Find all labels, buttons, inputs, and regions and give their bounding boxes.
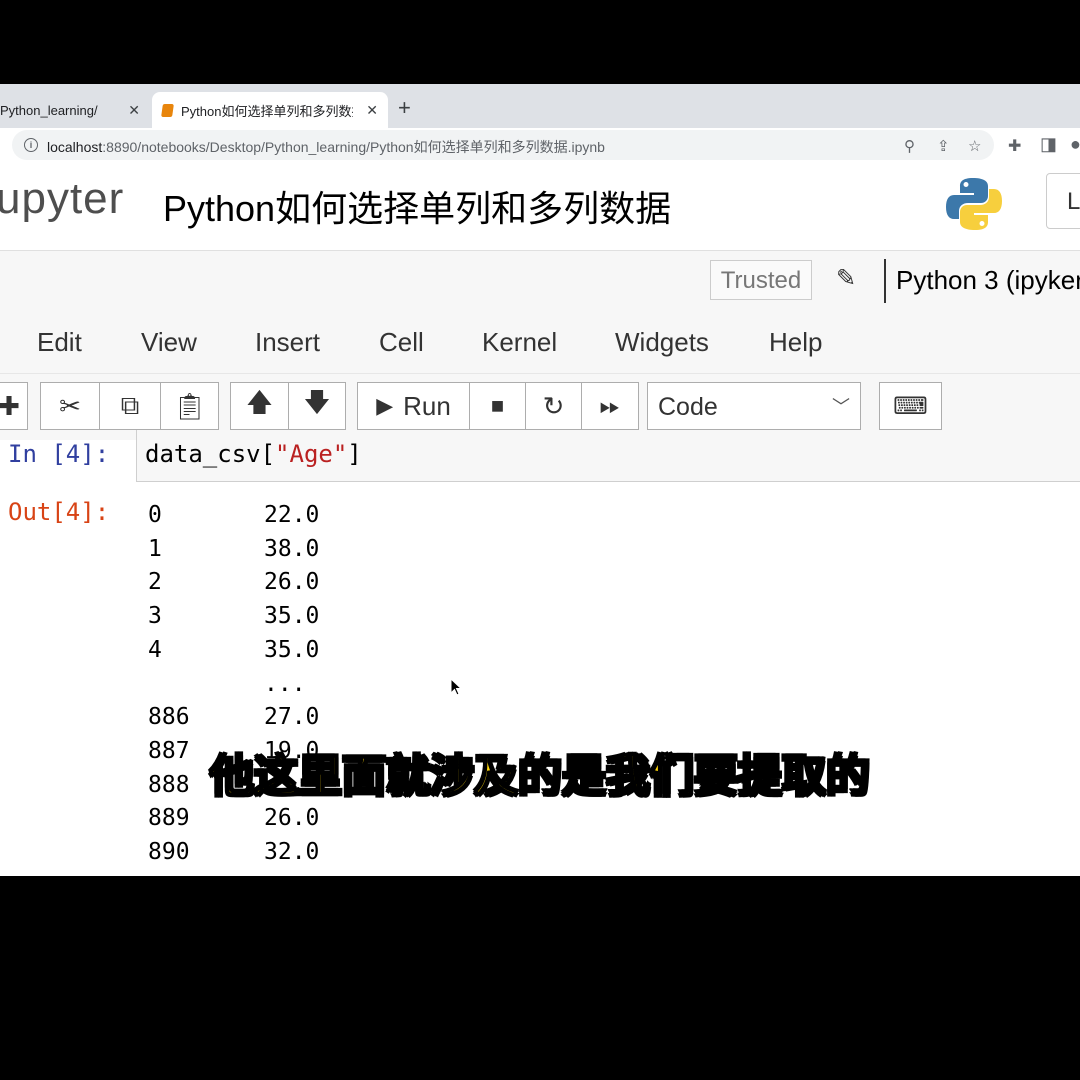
kernel-status-row: Trusted ✎ Python 3 (ipyker bbox=[0, 251, 1080, 311]
run-button[interactable]: ▶ Run bbox=[357, 382, 470, 430]
interrupt-button[interactable]: ■ bbox=[469, 382, 526, 430]
address-row: i localhost:8890/notebooks/Desktop/Pytho… bbox=[0, 128, 1080, 162]
cell-type-value: Code bbox=[658, 393, 718, 421]
cell-type-select[interactable]: Code ﹀ bbox=[647, 382, 861, 430]
info-icon[interactable]: i bbox=[24, 138, 38, 152]
command-palette-button[interactable]: ⌨ bbox=[879, 382, 942, 430]
menu-widgets[interactable]: Widgets bbox=[615, 327, 709, 358]
url-text[interactable]: localhost:8890/notebooks/Desktop/Python_… bbox=[47, 137, 605, 157]
plus-icon: ✚ bbox=[0, 390, 20, 421]
input-prompt: In [4]: bbox=[8, 440, 110, 468]
arrow-up-icon: 🡅 bbox=[246, 387, 273, 417]
menu-bar: Edit View Insert Cell Kernel Widgets Hel… bbox=[0, 311, 1080, 374]
python-logo-icon bbox=[946, 178, 1002, 230]
output-row-index: 1 bbox=[148, 536, 162, 562]
keyboard-icon: ⌨ bbox=[893, 392, 928, 420]
notebook-title[interactable]: Python如何选择单列和多列数据 bbox=[163, 180, 671, 232]
add-cell-button[interactable]: ✚ bbox=[0, 382, 28, 430]
fast-forward-icon: ⏩︎ bbox=[599, 390, 621, 420]
menu-edit[interactable]: Edit bbox=[37, 327, 82, 358]
video-subtitle: 他这里面就涉及的是我们要提取的 bbox=[209, 751, 871, 802]
close-icon[interactable]: ✕ bbox=[128, 102, 140, 119]
stop-icon: ■ bbox=[490, 393, 505, 418]
extensions-icon[interactable]: ✚ bbox=[1008, 136, 1021, 156]
tab-label: Python_learning/ bbox=[0, 102, 98, 118]
paste-icon: 📋︎ bbox=[172, 390, 206, 421]
code-text[interactable]: data_csv["Age"] bbox=[145, 440, 362, 468]
address-bar[interactable]: i localhost:8890/notebooks/Desktop/Pytho… bbox=[12, 130, 994, 160]
restart-run-all-button[interactable]: ⏩︎ bbox=[581, 382, 639, 430]
output-row-value: 35.0 bbox=[264, 603, 320, 629]
side-panel-icon[interactable]: ◨ bbox=[1040, 134, 1057, 155]
arrow-down-icon: 🡇 bbox=[303, 387, 331, 417]
output-row-value: ... bbox=[264, 671, 306, 697]
paste-button[interactable]: 📋︎ bbox=[160, 382, 219, 430]
menu-cell[interactable]: Cell bbox=[379, 327, 424, 358]
copy-button[interactable]: ⧉ bbox=[99, 382, 161, 430]
zoom-icon[interactable]: ⚲ bbox=[904, 137, 915, 155]
output-row-index: 3 bbox=[148, 603, 162, 629]
restart-button[interactable]: ↻ bbox=[525, 382, 582, 430]
menu-insert[interactable]: Insert bbox=[255, 327, 320, 358]
tab-python-learning[interactable]: Python_learning/ ✕ bbox=[0, 92, 150, 128]
tab-label: Python如何选择单列和多列数据 bbox=[181, 103, 353, 119]
output-row-index: 4 bbox=[148, 637, 162, 663]
notebook-area: In [4]: data_csv["Age"] Out[4]: 0 22.0 1 38… bbox=[0, 430, 1080, 876]
close-icon[interactable]: ✕ bbox=[366, 102, 378, 119]
kernel-name[interactable]: Python 3 (ipyker bbox=[896, 265, 1080, 296]
move-up-button[interactable]: 🡅 bbox=[230, 382, 289, 430]
output-row-index: 890 bbox=[148, 839, 190, 865]
output-row-index: 889 bbox=[148, 805, 190, 831]
output-row-index: 0 bbox=[148, 502, 162, 528]
menu-kernel[interactable]: Kernel bbox=[482, 327, 557, 358]
play-icon: ▶ bbox=[376, 393, 394, 418]
cut-button[interactable]: ✂ bbox=[40, 382, 100, 430]
share-icon[interactable]: ⇪ bbox=[937, 137, 950, 155]
move-down-button[interactable]: 🡇 bbox=[288, 382, 346, 430]
chevron-down-icon: ﹀ bbox=[832, 397, 850, 417]
output-prompt: Out[4]: bbox=[8, 498, 110, 526]
bookmark-star-icon[interactable]: ☆ bbox=[968, 137, 981, 155]
jupyter-logo[interactable]: upyter bbox=[0, 174, 124, 224]
profile-icon[interactable]: ● bbox=[1070, 134, 1080, 155]
logout-button[interactable]: L bbox=[1046, 173, 1080, 229]
output-row-value: 27.0 bbox=[264, 704, 320, 730]
edit-pencil-icon[interactable]: ✎ bbox=[836, 264, 856, 293]
tab-bar: Python_learning/ ✕ Python如何选择单列和多列数据 ✕ + bbox=[0, 84, 1080, 128]
output-row-value: 22.0 bbox=[264, 502, 320, 528]
copy-icon: ⧉ bbox=[120, 390, 140, 420]
mouse-cursor-icon bbox=[450, 678, 463, 696]
output-row-value: 26.0 bbox=[264, 805, 320, 831]
menu-view[interactable]: View bbox=[141, 327, 197, 358]
notebook-icon bbox=[161, 103, 174, 117]
output-row-value: 32.0 bbox=[264, 839, 320, 865]
menu-help[interactable]: Help bbox=[769, 327, 822, 358]
output-row-value: 26.0 bbox=[264, 569, 320, 595]
jupyter-header: upyter Python如何选择单列和多列数据 L bbox=[0, 162, 1080, 251]
refresh-icon: ↻ bbox=[542, 390, 565, 421]
output-row-value: 35.0 bbox=[264, 637, 320, 663]
new-tab-icon[interactable]: + bbox=[398, 96, 411, 120]
kernel-divider bbox=[884, 259, 886, 303]
output-row-index: 886 bbox=[148, 704, 190, 730]
tab-notebook[interactable]: Python如何选择单列和多列数据 ✕ bbox=[152, 92, 388, 128]
trusted-badge[interactable]: Trusted bbox=[710, 260, 812, 300]
output-row-index: 2 bbox=[148, 569, 162, 595]
scissors-icon: ✂ bbox=[59, 390, 81, 421]
run-label: Run bbox=[403, 390, 451, 421]
output-row-value: 38.0 bbox=[264, 536, 320, 562]
